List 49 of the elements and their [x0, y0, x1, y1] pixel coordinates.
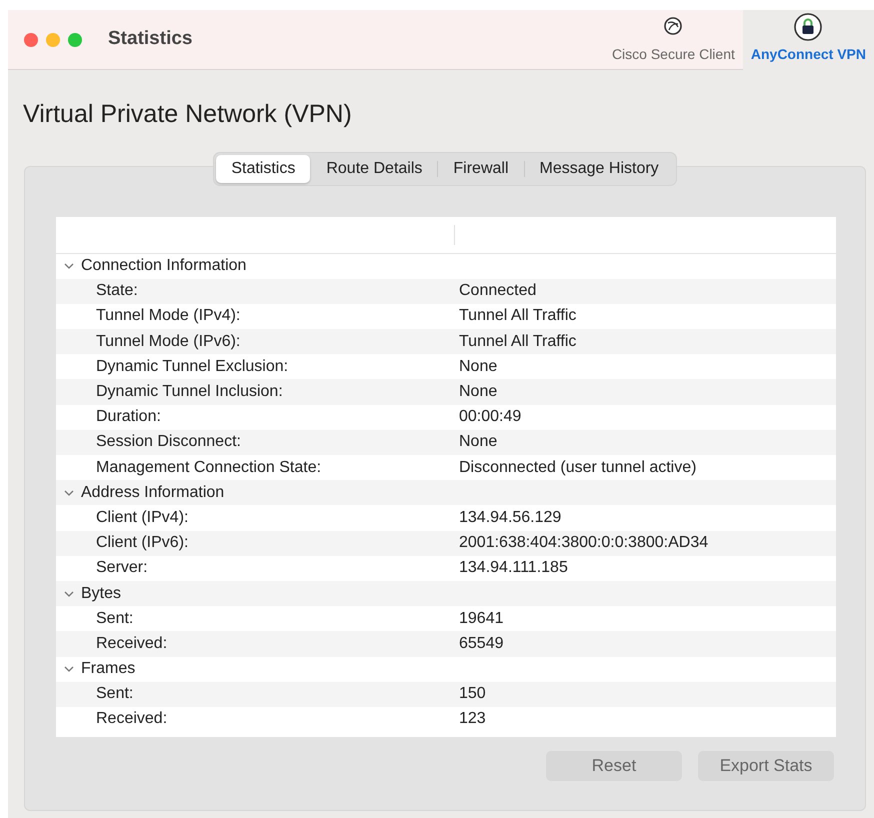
table-cell: Tunnel Mode (IPv4):	[96, 307, 240, 324]
group-label: Address Information	[81, 484, 224, 501]
group-label: Connection Information	[81, 258, 246, 274]
table-cell: Disconnected (user tunnel active)	[459, 460, 696, 476]
table-cell: 134.94.56.129	[459, 510, 562, 526]
toolbar-tab[interactable]: AnyConnect VPN	[742, 10, 874, 70]
chevron-down-icon[interactable]	[63, 262, 75, 270]
table-cell: Client (IPv6):	[96, 534, 188, 552]
table-cell: Session Disconnect:	[96, 433, 241, 450]
table-cell: Sent:	[96, 685, 134, 702]
table-cell: Management Connection State:	[96, 458, 322, 476]
table-cell: 2001:638:404:3800:0:0:3800:AD34	[459, 535, 708, 552]
close-button[interactable]	[24, 32, 38, 46]
tab[interactable]: Message History	[524, 154, 674, 182]
table-cell: Connected	[459, 283, 536, 300]
table-cell: Received:	[96, 634, 168, 652]
table-cell: Server:	[96, 559, 148, 576]
table-cell: Duration:	[96, 408, 161, 426]
window-title: Statistics	[108, 27, 192, 52]
table-cell: 150	[459, 686, 486, 702]
table-cell: Tunnel Mode (IPv6):	[96, 332, 240, 350]
group-label: Bytes	[81, 586, 122, 602]
globe-icon	[663, 16, 684, 36]
table-cell: State:	[96, 282, 138, 300]
table-cell: None	[459, 434, 498, 450]
group-label: Frames	[81, 661, 136, 678]
table-cell: None	[459, 384, 498, 400]
table-cell: Received:	[96, 710, 168, 728]
chevron-down-icon[interactable]	[63, 590, 75, 598]
tab[interactable]: Route Details	[311, 154, 438, 182]
table-cell: Tunnel All Traffic	[459, 308, 576, 324]
table-cell: Dynamic Tunnel Exclusion:	[96, 358, 288, 375]
table-cell: 123	[459, 711, 486, 728]
tab[interactable]: Firewall	[438, 154, 524, 182]
table-cell: 65549	[459, 636, 504, 652]
table-cell: None	[459, 358, 498, 375]
page-heading: Virtual Private Network (VPN)	[23, 99, 353, 130]
table-cell: 00:00:49	[459, 409, 522, 426]
tab[interactable]: Statistics	[216, 154, 310, 182]
table-cell: Sent:	[96, 610, 134, 627]
table-cell: Tunnel All Traffic	[459, 334, 576, 350]
table-cell: 19641	[459, 610, 504, 627]
table-cell: Client (IPv4):	[96, 508, 188, 526]
chevron-down-icon[interactable]	[63, 665, 75, 674]
toolbar-tab[interactable]: Cisco Secure Client	[604, 10, 743, 70]
table-cell: 134.94.111.185	[459, 560, 568, 576]
lock-icon	[793, 12, 824, 42]
chevron-down-icon[interactable]	[63, 488, 75, 497]
table-cell: Dynamic Tunnel Inclusion:	[96, 383, 283, 400]
